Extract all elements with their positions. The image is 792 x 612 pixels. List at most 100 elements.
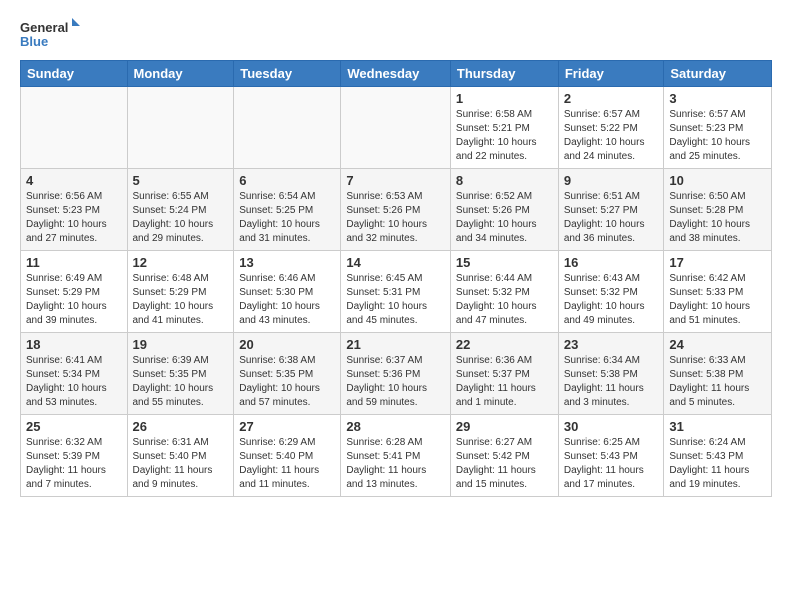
day-number: 30 [564, 419, 659, 434]
day-info: Sunrise: 6:33 AM Sunset: 5:38 PM Dayligh… [669, 354, 766, 410]
week-row-3: 11 Sunrise: 6:49 AM Sunset: 5:29 PM Dayli… [21, 251, 772, 333]
day-info: Sunrise: 6:28 AM Sunset: 5:41 PM Dayligh… [346, 436, 445, 492]
calendar-cell: 24 Sunrise: 6:33 AM Sunset: 5:38 PM Dayli… [664, 333, 772, 415]
calendar-cell: 3 Sunrise: 6:57 AM Sunset: 5:23 PM Daylig… [664, 87, 772, 169]
calendar-cell [21, 87, 128, 169]
calendar-cell: 16 Sunrise: 6:43 AM Sunset: 5:32 PM Dayli… [558, 251, 664, 333]
day-number: 20 [239, 337, 335, 352]
weekday-header-monday: Monday [127, 61, 234, 87]
day-info: Sunrise: 6:31 AM Sunset: 5:40 PM Dayligh… [133, 436, 229, 492]
day-number: 6 [239, 173, 335, 188]
calendar-cell: 15 Sunrise: 6:44 AM Sunset: 5:32 PM Dayli… [450, 251, 558, 333]
day-info: Sunrise: 6:32 AM Sunset: 5:39 PM Dayligh… [26, 436, 122, 492]
day-info: Sunrise: 6:54 AM Sunset: 5:25 PM Dayligh… [239, 190, 335, 246]
calendar-cell: 29Sunrise: 6:27 AM Sunset: 5:42 PM Dayli… [450, 415, 558, 497]
day-number: 13 [239, 255, 335, 270]
calendar-cell: 28 Sunrise: 6:28 AM Sunset: 5:41 PM Dayli… [341, 415, 451, 497]
day-number: 4 [26, 173, 122, 188]
day-number: 27 [239, 419, 335, 434]
day-info: Sunrise: 6:45 AM Sunset: 5:31 PM Dayligh… [346, 272, 445, 328]
week-row-2: 4Sunrise: 6:56 AM Sunset: 5:23 PM Daylig… [21, 169, 772, 251]
day-info: Sunrise: 6:52 AM Sunset: 5:26 PM Dayligh… [456, 190, 553, 246]
day-info: Sunrise: 6:51 AM Sunset: 5:27 PM Dayligh… [564, 190, 659, 246]
day-info: Sunrise: 6:27 AM Sunset: 5:42 PM Dayligh… [456, 436, 553, 492]
week-row-5: 25 Sunrise: 6:32 AM Sunset: 5:39 PM Dayli… [21, 415, 772, 497]
calendar-cell [127, 87, 234, 169]
calendar-cell: 5 Sunrise: 6:55 AM Sunset: 5:24 PM Daylig… [127, 169, 234, 251]
calendar-cell: 10 Sunrise: 6:50 AM Sunset: 5:28 PM Dayli… [664, 169, 772, 251]
calendar-cell: 9 Sunrise: 6:51 AM Sunset: 5:27 PM Daylig… [558, 169, 664, 251]
calendar-cell: 30 Sunrise: 6:25 AM Sunset: 5:43 PM Dayli… [558, 415, 664, 497]
day-number: 7 [346, 173, 445, 188]
svg-text:General: General [20, 20, 68, 35]
day-info: Sunrise: 6:57 AM Sunset: 5:23 PM Dayligh… [669, 108, 766, 164]
calendar-cell: 8 Sunrise: 6:52 AM Sunset: 5:26 PM Daylig… [450, 169, 558, 251]
day-number: 3 [669, 91, 766, 106]
day-number: 8 [456, 173, 553, 188]
day-number: 31 [669, 419, 766, 434]
day-info: Sunrise: 6:50 AM Sunset: 5:28 PM Dayligh… [669, 190, 766, 246]
day-number: 5 [133, 173, 229, 188]
day-number: 16 [564, 255, 659, 270]
weekday-header-sunday: Sunday [21, 61, 128, 87]
day-number: 14 [346, 255, 445, 270]
day-number: 10 [669, 173, 766, 188]
day-number: 11 [26, 255, 122, 270]
calendar-cell: 26 Sunrise: 6:31 AM Sunset: 5:40 PM Dayli… [127, 415, 234, 497]
day-info: Sunrise: 6:39 AM Sunset: 5:35 PM Dayligh… [133, 354, 229, 410]
day-info: Sunrise: 6:53 AM Sunset: 5:26 PM Dayligh… [346, 190, 445, 246]
calendar-cell: 31 Sunrise: 6:24 AM Sunset: 5:43 PM Dayli… [664, 415, 772, 497]
calendar-cell: 27 Sunrise: 6:29 AM Sunset: 5:40 PM Dayli… [234, 415, 341, 497]
day-number: 12 [133, 255, 229, 270]
calendar-table: SundayMondayTuesdayWednesdayThursdayFrid… [20, 60, 772, 497]
day-info: Sunrise: 6:49 AM Sunset: 5:29 PM Dayligh… [26, 272, 122, 328]
calendar-cell: 2Sunrise: 6:57 AM Sunset: 5:22 PM Daylig… [558, 87, 664, 169]
day-info: Sunrise: 6:46 AM Sunset: 5:30 PM Dayligh… [239, 272, 335, 328]
day-number: 1 [456, 91, 553, 106]
calendar-cell [341, 87, 451, 169]
week-row-4: 18 Sunrise: 6:41 AM Sunset: 5:34 PM Dayli… [21, 333, 772, 415]
day-number: 21 [346, 337, 445, 352]
logo-svg: General Blue [20, 16, 80, 52]
calendar-cell: 1Sunrise: 6:58 AM Sunset: 5:21 PM Daylig… [450, 87, 558, 169]
day-number: 18 [26, 337, 122, 352]
weekday-header-friday: Friday [558, 61, 664, 87]
day-info: Sunrise: 6:25 AM Sunset: 5:43 PM Dayligh… [564, 436, 659, 492]
day-number: 17 [669, 255, 766, 270]
day-info: Sunrise: 6:29 AM Sunset: 5:40 PM Dayligh… [239, 436, 335, 492]
day-info: Sunrise: 6:42 AM Sunset: 5:33 PM Dayligh… [669, 272, 766, 328]
day-number: 9 [564, 173, 659, 188]
day-number: 26 [133, 419, 229, 434]
day-info: Sunrise: 6:38 AM Sunset: 5:35 PM Dayligh… [239, 354, 335, 410]
day-info: Sunrise: 6:55 AM Sunset: 5:24 PM Dayligh… [133, 190, 229, 246]
header: General Blue [20, 16, 772, 52]
day-info: Sunrise: 6:41 AM Sunset: 5:34 PM Dayligh… [26, 354, 122, 410]
calendar-cell: 6 Sunrise: 6:54 AM Sunset: 5:25 PM Daylig… [234, 169, 341, 251]
day-info: Sunrise: 6:34 AM Sunset: 5:38 PM Dayligh… [564, 354, 659, 410]
day-number: 23 [564, 337, 659, 352]
day-number: 22 [456, 337, 553, 352]
logo: General Blue [20, 16, 80, 52]
day-number: 15 [456, 255, 553, 270]
week-row-1: 1Sunrise: 6:58 AM Sunset: 5:21 PM Daylig… [21, 87, 772, 169]
calendar-cell: 22 Sunrise: 6:36 AM Sunset: 5:37 PM Dayli… [450, 333, 558, 415]
calendar-cell: 11 Sunrise: 6:49 AM Sunset: 5:29 PM Dayli… [21, 251, 128, 333]
calendar-cell: 14 Sunrise: 6:45 AM Sunset: 5:31 PM Dayli… [341, 251, 451, 333]
calendar-cell: 4Sunrise: 6:56 AM Sunset: 5:23 PM Daylig… [21, 169, 128, 251]
day-info: Sunrise: 6:43 AM Sunset: 5:32 PM Dayligh… [564, 272, 659, 328]
day-info: Sunrise: 6:24 AM Sunset: 5:43 PM Dayligh… [669, 436, 766, 492]
calendar-cell: 19 Sunrise: 6:39 AM Sunset: 5:35 PM Dayli… [127, 333, 234, 415]
day-number: 28 [346, 419, 445, 434]
calendar-cell: 17 Sunrise: 6:42 AM Sunset: 5:33 PM Dayli… [664, 251, 772, 333]
day-number: 2 [564, 91, 659, 106]
calendar-cell: 12 Sunrise: 6:48 AM Sunset: 5:29 PM Dayli… [127, 251, 234, 333]
day-info: Sunrise: 6:44 AM Sunset: 5:32 PM Dayligh… [456, 272, 553, 328]
day-number: 19 [133, 337, 229, 352]
calendar-cell: 25 Sunrise: 6:32 AM Sunset: 5:39 PM Dayli… [21, 415, 128, 497]
day-info: Sunrise: 6:48 AM Sunset: 5:29 PM Dayligh… [133, 272, 229, 328]
calendar-cell: 21Sunrise: 6:37 AM Sunset: 5:36 PM Dayli… [341, 333, 451, 415]
day-info: Sunrise: 6:36 AM Sunset: 5:37 PM Dayligh… [456, 354, 553, 410]
weekday-header-thursday: Thursday [450, 61, 558, 87]
day-number: 24 [669, 337, 766, 352]
day-number: 25 [26, 419, 122, 434]
